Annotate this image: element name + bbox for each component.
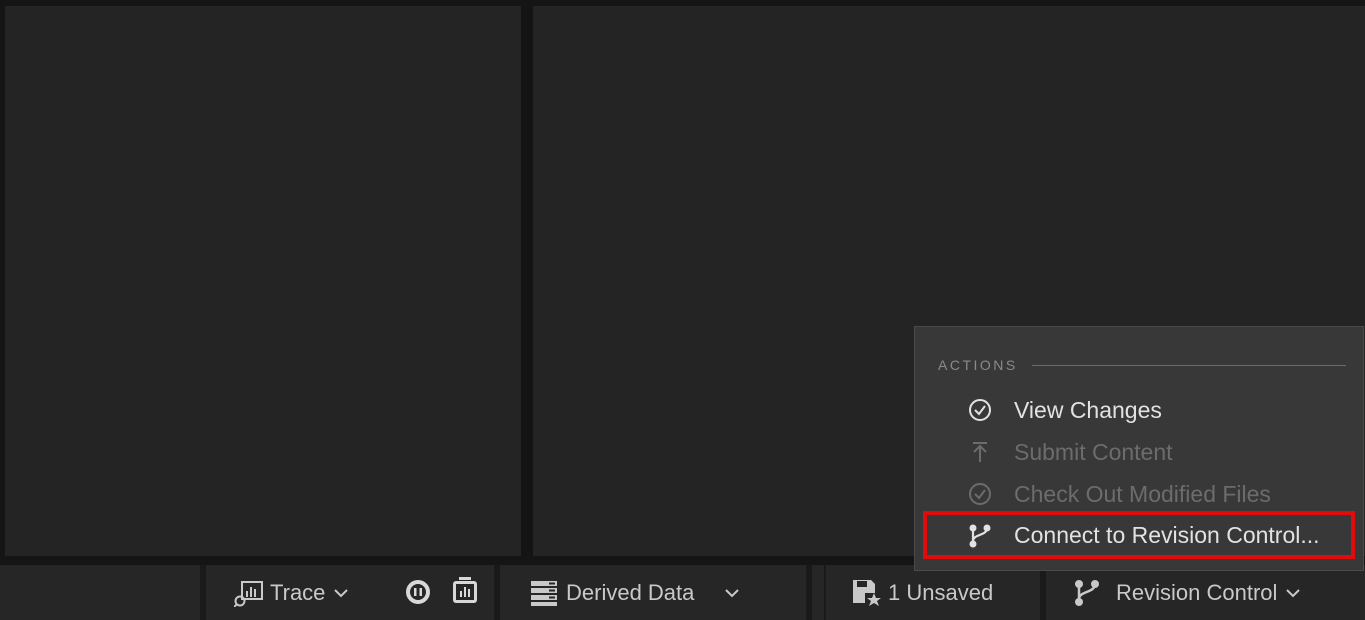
panel-splitter[interactable] [521,6,533,556]
section-divider [1031,364,1346,366]
upload-arrow-icon [968,440,992,464]
trace-label: Trace [270,579,326,605]
branch-icon [1074,579,1100,607]
database-icon [530,580,558,606]
revision-control-segment: Revision Control [1046,565,1365,620]
trace-icon [234,579,264,607]
status-bar-left-segment [0,565,200,620]
unsaved-button[interactable]: 1 Unsaved [852,579,993,607]
status-bar: Trace Derived Data 1 Unsaved Revision Co… [0,565,1365,620]
connect-to-revision-control-label: Connect to Revision Control... [1014,521,1320,548]
check-out-modified-files-label: Check Out Modified Files [1014,480,1271,507]
viewport-left-panel [5,6,521,556]
view-changes-label: View Changes [1014,396,1162,423]
menu-section-header: ACTIONS [938,357,1346,373]
record-trace-icon[interactable] [404,578,432,611]
revision-control-label: Revision Control [1116,579,1278,605]
submit-content-label: Submit Content [1014,438,1173,465]
trace-dropdown[interactable]: Trace [234,579,349,607]
unsaved-label: 1 Unsaved [888,579,994,605]
check-circle-icon [968,482,992,506]
view-changes-item[interactable]: View Changes [923,390,1355,430]
revision-control-menu: ACTIONS View Changes Submit Content Chec… [914,326,1364,571]
trace-snapshot-icon[interactable] [451,576,479,611]
check-circle-icon [968,398,992,422]
save-all-icon [852,579,882,607]
derived-data-segment: Derived Data [500,565,806,620]
status-bar-spacer [812,565,824,620]
derived-data-label: Derived Data [566,579,695,605]
branch-icon [968,523,992,548]
trace-segment: Trace [206,565,494,620]
revision-control-dropdown[interactable]: Revision Control [1074,579,1301,607]
chevron-down-icon [724,587,740,599]
connect-to-revision-control-item[interactable]: Connect to Revision Control... [923,511,1355,559]
derived-data-dropdown[interactable]: Derived Data [530,580,740,606]
chevron-down-icon [1285,587,1301,599]
chevron-down-icon [333,587,349,599]
check-out-modified-files-item[interactable]: Check Out Modified Files [923,474,1355,514]
unsaved-segment: 1 Unsaved [826,565,1040,620]
submit-content-item[interactable]: Submit Content [923,432,1355,472]
section-header-label: ACTIONS [938,357,1018,373]
